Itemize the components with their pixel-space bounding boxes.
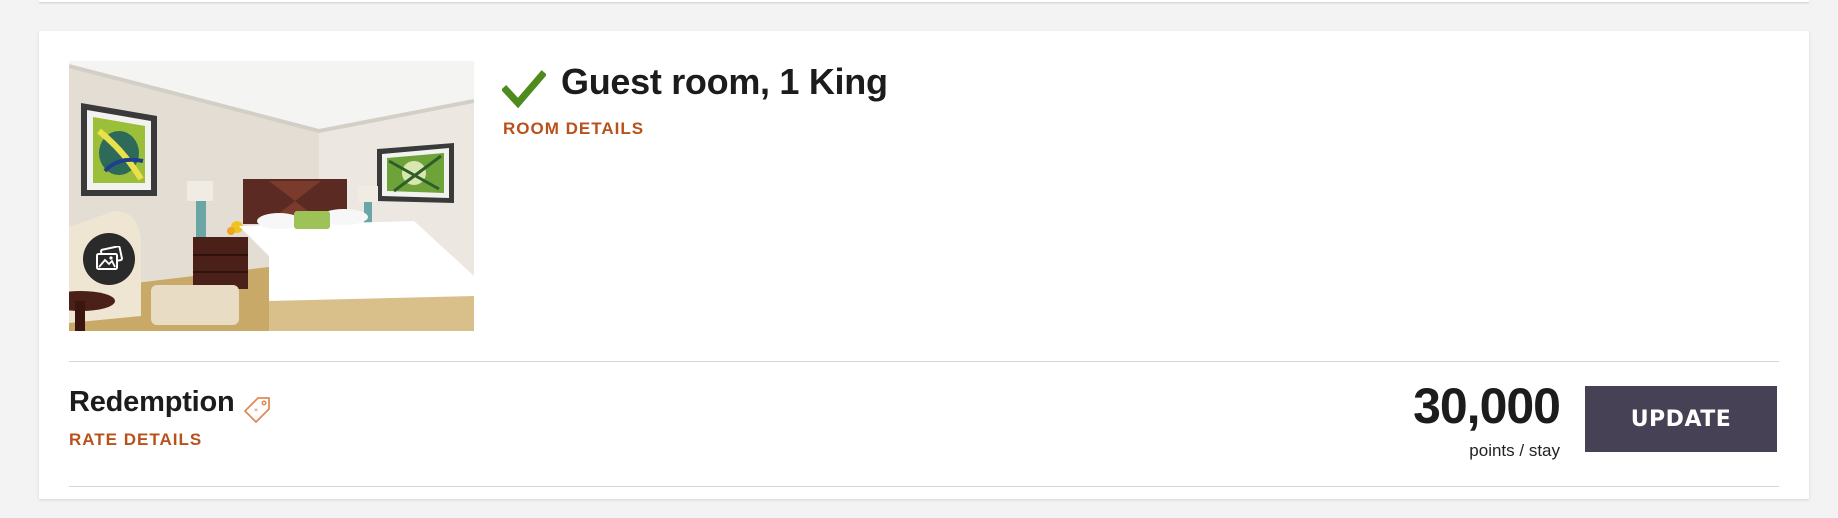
rate-details-link[interactable]: RATE DETAILS bbox=[69, 430, 202, 450]
room-photo-image bbox=[69, 61, 474, 331]
previous-card-edge bbox=[39, 0, 1809, 2]
room-details-link[interactable]: ROOM DETAILS bbox=[503, 119, 644, 139]
divider bbox=[69, 486, 1779, 487]
points-value: 30,000 bbox=[1413, 378, 1561, 434]
room-photo[interactable] bbox=[69, 61, 474, 331]
photo-gallery-icon bbox=[96, 246, 123, 270]
price-tag-icon[interactable]: * bbox=[242, 395, 272, 425]
room-title: Guest room, 1 King bbox=[561, 61, 888, 102]
room-rate-card: Guest room, 1 King ROOM DETAILS Redempti… bbox=[39, 31, 1809, 499]
divider bbox=[69, 361, 1779, 362]
checkmark-icon bbox=[502, 70, 546, 109]
update-button[interactable]: UPDATE bbox=[1585, 386, 1777, 452]
photo-gallery-button[interactable] bbox=[83, 233, 135, 285]
rate-name: Redemption bbox=[69, 386, 235, 418]
points-unit: points / stay bbox=[1469, 441, 1560, 460]
svg-text:*: * bbox=[254, 407, 258, 416]
